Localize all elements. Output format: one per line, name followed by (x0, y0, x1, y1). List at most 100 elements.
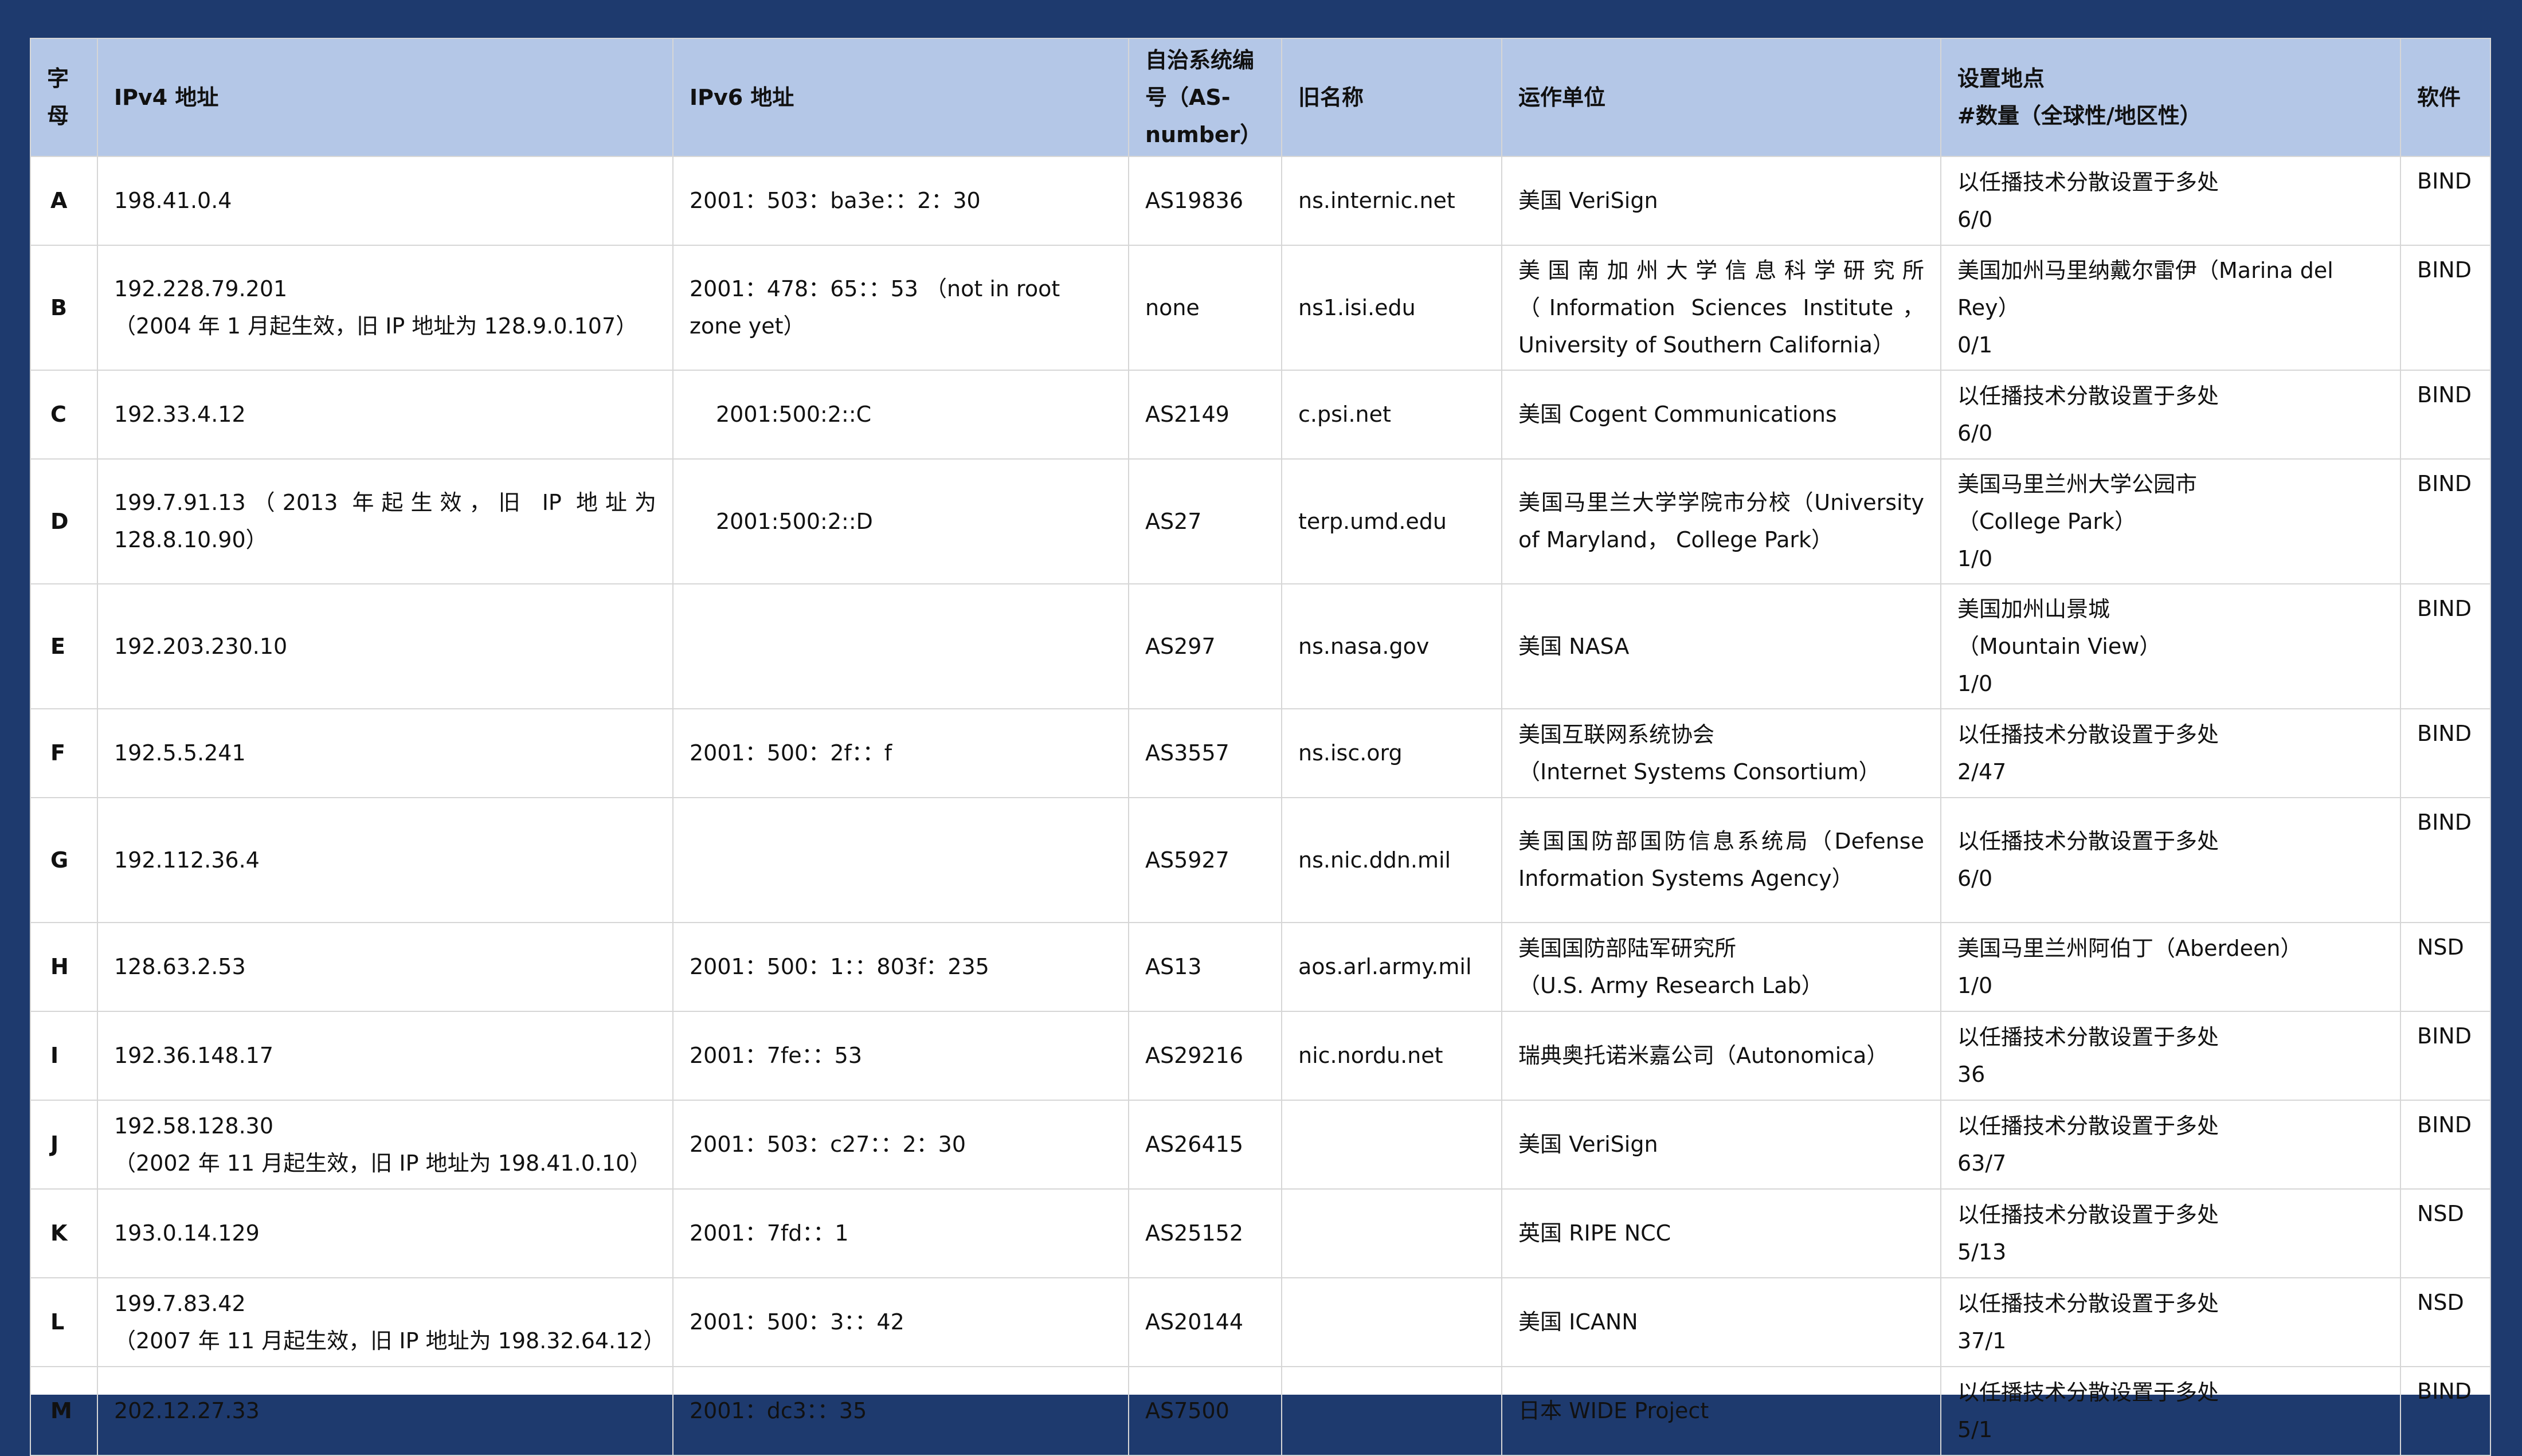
cell-ipv4: 192.36.148.17 (97, 1011, 673, 1101)
location-text: 美国马里兰州阿伯丁（Aberdeen） (1957, 935, 2302, 961)
cell-ipv6 (672, 583, 1129, 709)
cell-location: 美国马里兰州大学公园市 （College Park） 1/0 (1940, 458, 2401, 584)
cell-ipv4: 192.228.79.201 （2004 年 1 月起生效，旧 IP 地址为 1… (97, 245, 673, 371)
cell-software: BIND (2400, 1100, 2491, 1190)
location-count: 2/47 (1957, 759, 2007, 784)
header-letter: 字母 (30, 38, 98, 157)
location-text: 美国加州马里纳戴尔雷伊（Marina del Rey） (1957, 257, 2333, 320)
ipv4-note: （2002 年 11 月起生效，旧 IP 地址为 198.41.0.10） (114, 1150, 652, 1176)
cell-operator: 英国 RIPE NCC (1501, 1188, 1941, 1278)
cell-location: 以任播技术分散设置于多处 6/0 (1940, 797, 2401, 923)
cell-ipv6: 2001：500：2f：：f (672, 708, 1129, 798)
cell-old-name: ns1.isi.edu (1281, 245, 1502, 371)
cell-ipv6: 2001：500：3：：42 (672, 1277, 1129, 1367)
cell-operator: 美国国防部陆军研究所 （U.S. Army Research Lab） (1501, 922, 1941, 1012)
cell-operator: 美国 VeriSign (1501, 1100, 1941, 1190)
operator-text: 美国互联网系统协会 (1518, 721, 1715, 747)
cell-ipv4: 199.7.83.42 （2007 年 11 月起生效，旧 IP 地址为 198… (97, 1277, 673, 1367)
cell-asn: AS297 (1128, 583, 1282, 709)
header-old-name: 旧名称 (1281, 38, 1502, 157)
cell-asn: AS7500 (1128, 1366, 1282, 1456)
cell-asn: AS19836 (1128, 156, 1282, 246)
cell-software: BIND (2400, 156, 2491, 246)
cell-operator: 美国互联网系统协会 （Internet Systems Consortium） (1501, 708, 1941, 798)
cell-asn: AS26415 (1128, 1100, 1282, 1190)
location-count: 6/0 (1957, 206, 1993, 232)
location-text: 以任播技术分散设置于多处 (1957, 1202, 2219, 1227)
cell-letter: G (30, 797, 98, 923)
cell-ipv6 (672, 797, 1129, 923)
cell-location: 美国加州山景城 （Mountain View） 1/0 (1940, 583, 2401, 709)
cell-letter: H (30, 922, 98, 1012)
cell-operator: 美国马里兰大学学院市分校（University of Maryland， Col… (1501, 458, 1941, 584)
cell-old-name: c.psi.net (1281, 370, 1502, 460)
cell-ipv4: 202.12.27.33 (97, 1366, 673, 1456)
location-text: 以任播技术分散设置于多处 (1957, 721, 2219, 747)
operator-text: 美国国防部陆军研究所 (1518, 935, 1737, 961)
cell-old-name: ns.nasa.gov (1281, 583, 1502, 709)
cell-letter: D (30, 458, 98, 584)
cell-ipv6: 2001：503：c27：：2：30 (672, 1100, 1129, 1190)
cell-ipv4: 193.0.14.129 (97, 1188, 673, 1278)
table-row: E 192.203.230.10 AS297 ns.nasa.gov 美国 NA… (30, 583, 2491, 709)
cell-ipv6: 2001：7fe：：53 (672, 1011, 1129, 1101)
location-text: 以任播技术分散设置于多处 (1957, 1290, 2219, 1316)
location-en: （Mountain View） (1957, 633, 2161, 659)
location-count: 6/0 (1957, 866, 1993, 891)
location-text: 以任播技术分散设置于多处 (1957, 1024, 2219, 1050)
cell-operator: 美国 Cogent Communications (1501, 370, 1941, 460)
cell-old-name (1281, 1366, 1502, 1456)
cell-location: 以任播技术分散设置于多处 37/1 (1940, 1277, 2401, 1367)
cell-ipv4: 199.7.91.13（2013 年起生效，旧 IP 地址为 128.8.10.… (97, 458, 673, 584)
cell-ipv6: 2001：503：ba3e：：2：30 (672, 156, 1129, 246)
location-count: 1/0 (1957, 545, 1993, 571)
location-count: 5/13 (1957, 1239, 2007, 1265)
cell-ipv6: 2001：478：65：：53 （not in root zone yet） (672, 245, 1129, 371)
table-row: D 199.7.91.13（2013 年起生效，旧 IP 地址为 128.8.1… (30, 458, 2491, 584)
cell-old-name: aos.arl.army.mil (1281, 922, 1502, 1012)
table-row: I 192.36.148.17 2001：7fe：：53 AS29216 nic… (30, 1011, 2491, 1101)
cell-operator: 美国南加州大学信息科学研究所（Information Sciences Inst… (1501, 245, 1941, 371)
cell-location: 以任播技术分散设置于多处 6/0 (1940, 370, 2401, 460)
cell-ipv6: 2001：500：1：：803f：235 (672, 922, 1129, 1012)
cell-location: 以任播技术分散设置于多处 36 (1940, 1011, 2401, 1101)
cell-old-name: ns.internic.net (1281, 156, 1502, 246)
cell-asn: AS13 (1128, 922, 1282, 1012)
location-text: 以任播技术分散设置于多处 (1957, 169, 2219, 195)
location-text: 美国马里兰州大学公园市 (1957, 471, 2198, 497)
cell-ipv4: 192.5.5.241 (97, 708, 673, 798)
ipv4-note: （2004 年 1 月起生效，旧 IP 地址为 128.9.0.107） (114, 313, 638, 339)
cell-operator: 瑞典奥托诺米嘉公司（Autonomica） (1501, 1011, 1941, 1101)
operator-en: （Internet Systems Consortium） (1518, 759, 1881, 784)
location-count: 0/1 (1957, 332, 1993, 358)
cell-old-name: ns.isc.org (1281, 708, 1502, 798)
cell-ipv6: 2001:500:2::D (672, 458, 1129, 584)
cell-asn: AS20144 (1128, 1277, 1282, 1367)
header-location: 设置地点 #数量（全球性/地区性） (1940, 38, 2401, 157)
cell-software: BIND (2400, 1366, 2491, 1456)
cell-old-name: ns.nic.ddn.mil (1281, 797, 1502, 923)
cell-old-name: terp.umd.edu (1281, 458, 1502, 584)
root-server-table: 字母 IPv4 地址 IPv6 地址 自治系统编号（AS-number） 旧名称… (30, 38, 2491, 1456)
cell-letter: E (30, 583, 98, 709)
cell-letter: M (30, 1366, 98, 1456)
cell-old-name (1281, 1100, 1502, 1190)
header-asn: 自治系统编号（AS-number） (1128, 38, 1282, 157)
cell-letter: L (30, 1277, 98, 1367)
cell-asn: AS27 (1128, 458, 1282, 584)
location-en: （College Park） (1957, 508, 2136, 534)
root-server-table-sheet: 字母 IPv4 地址 IPv6 地址 自治系统编号（AS-number） 旧名称… (30, 38, 2491, 1456)
table-row: G 192.112.36.4 AS5927 ns.nic.ddn.mil 美国国… (30, 797, 2491, 923)
ipv4-address: 192.58.128.30 (114, 1113, 274, 1139)
location-text: 以任播技术分散设置于多处 (1957, 383, 2219, 409)
header-operator: 运作单位 (1501, 38, 1941, 157)
cell-old-name (1281, 1188, 1502, 1278)
cell-software: BIND (2400, 458, 2491, 584)
table-header-row: 字母 IPv4 地址 IPv6 地址 自治系统编号（AS-number） 旧名称… (30, 38, 2491, 157)
cell-software: NSD (2400, 1188, 2491, 1278)
location-count: 1/0 (1957, 670, 1993, 696)
cell-operator: 美国 ICANN (1501, 1277, 1941, 1367)
cell-ipv4: 192.58.128.30 （2002 年 11 月起生效，旧 IP 地址为 1… (97, 1100, 673, 1190)
header-ipv4: IPv4 地址 (97, 38, 673, 157)
operator-en: （U.S. Army Research Lab） (1518, 972, 1823, 998)
